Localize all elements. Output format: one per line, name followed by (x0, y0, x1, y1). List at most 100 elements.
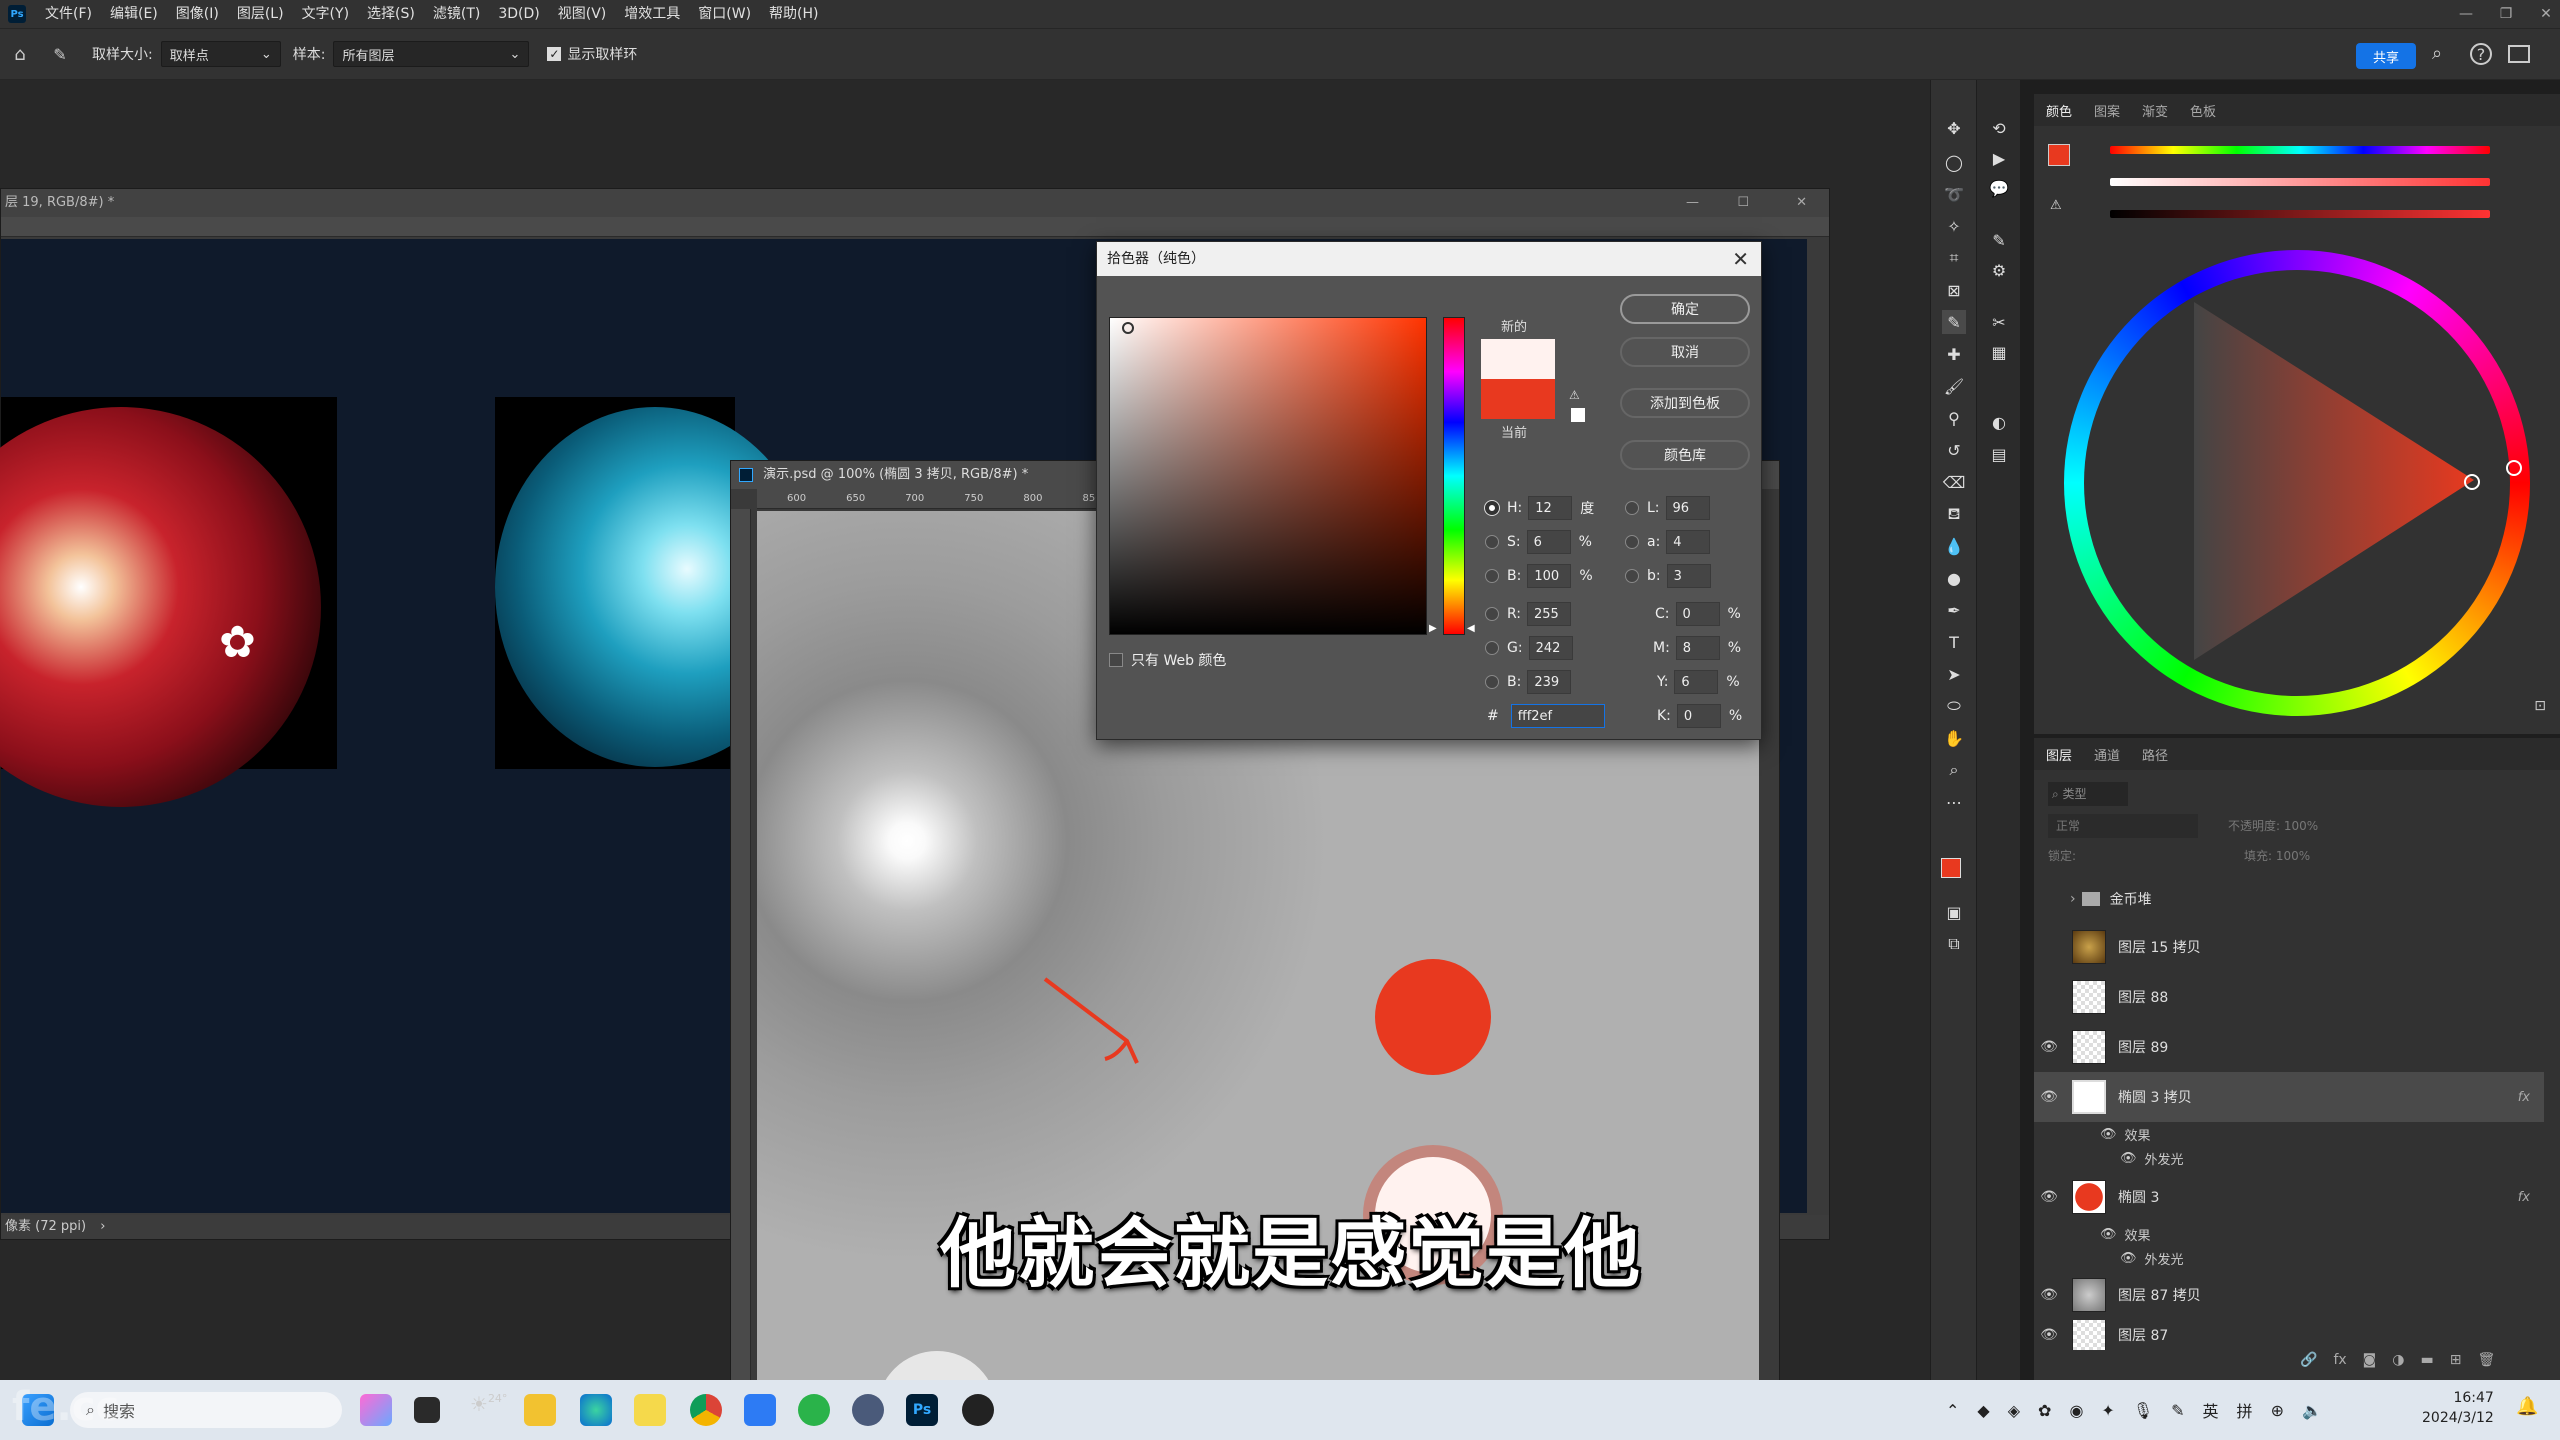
tray-app-icon[interactable]: ◈ (2008, 1401, 2020, 1420)
outer-glow-row[interactable]: 👁 外发光 (2120, 1246, 2184, 1270)
tab-patterns[interactable]: 图案 (2094, 101, 2120, 120)
add-to-swatches-button[interactable]: 添加到色板 (1620, 388, 1750, 418)
eye-icon[interactable]: 👁 (2034, 1039, 2064, 1055)
red-input[interactable]: 255 (1527, 602, 1572, 626)
quick-mask-icon[interactable]: ▣ (1942, 900, 1966, 924)
healing-brush-tool-icon[interactable]: ✚ (1942, 342, 1966, 366)
opacity-control[interactable]: 不透明度: 100% (2228, 814, 2318, 838)
notification-bell-icon[interactable]: 🔔 (2516, 1396, 2538, 1417)
brightness-slider[interactable] (2110, 210, 2490, 218)
layer-row[interactable]: 👁 图层 87 拷贝 (2034, 1270, 2544, 1320)
close-icon[interactable]: ✕ (1732, 242, 1749, 276)
tray-app-icon[interactable]: ✦ (2101, 1401, 2114, 1420)
microphone-icon[interactable]: 🎙 (2133, 1401, 2153, 1420)
ime-language[interactable]: 英 (2203, 1398, 2219, 1422)
ok-button[interactable]: 确定 (1620, 294, 1750, 324)
hue-slider-right-arrow-icon[interactable]: ◀ (1467, 623, 1475, 634)
eye-icon[interactable]: 👁 (2034, 1189, 2064, 1205)
eyedropper-tool-icon[interactable]: ✎ (1942, 310, 1966, 334)
web-colors-only-checkbox[interactable]: 只有 Web 颜色 (1109, 650, 1226, 670)
magic-wand-tool-icon[interactable]: ✧ (1942, 214, 1966, 238)
layer-row[interactable]: 👁 椭圆 3 fx (2034, 1172, 2544, 1222)
layer-row[interactable]: 👁 图层 89 (2034, 1022, 2544, 1072)
clone-stamp-tool-icon[interactable]: ⚲ (1942, 406, 1966, 430)
menu-layer[interactable]: 图层(L) (228, 0, 293, 28)
chevron-right-icon[interactable]: › (100, 1219, 105, 1234)
foreground-color-swatch[interactable] (1941, 858, 1961, 878)
tray-app-icon[interactable]: ◉ (2069, 1401, 2083, 1420)
minimize-icon[interactable]: — (1686, 189, 1699, 217)
layer-row[interactable]: 图层 88 (2034, 972, 2544, 1022)
adjustments-panel-icon[interactable]: ⚙ (1987, 258, 2011, 282)
background-document-tab[interactable]: 层 19, RGB/8#) * ✕ ☐ — (1, 189, 1829, 217)
layer-effects-icon[interactable]: fx (2518, 1190, 2530, 1205)
lasso-tool-icon[interactable]: ➰ (1942, 182, 1966, 206)
layer-filter-input[interactable]: ⌕ 类型 (2048, 782, 2128, 806)
gamut-warning-icon[interactable]: ⚠ (1569, 388, 1580, 402)
tab-channels[interactable]: 通道 (2094, 745, 2120, 764)
yellow-input[interactable]: 6 (1674, 670, 1719, 694)
radio-icon[interactable] (1625, 569, 1639, 583)
sample-select[interactable]: 所有图层 ⌄ (333, 41, 530, 67)
move-tool-icon[interactable]: ✥ (1942, 116, 1966, 140)
fill-control[interactable]: 填充: 100% (2244, 844, 2310, 868)
radio-icon[interactable] (1485, 641, 1499, 655)
eye-icon[interactable]: 👁 (2034, 1327, 2064, 1343)
layer-row-selected[interactable]: 👁 椭圆 3 拷贝 fx (2034, 1072, 2544, 1122)
menu-select[interactable]: 选择(S) (358, 0, 424, 28)
hex-input[interactable]: fff2ef (1510, 704, 1605, 728)
file-explorer-icon[interactable] (524, 1394, 556, 1426)
volume-icon[interactable]: 🔈 (2302, 1401, 2322, 1420)
share-button[interactable]: 共享 (2356, 43, 2416, 69)
clock[interactable]: 16:47 2024/3/12 (2422, 1388, 2494, 1428)
zoom-tool-icon[interactable]: ⌕ (1942, 758, 1966, 782)
layer-row[interactable]: 👁 图层 87 (2034, 1320, 2544, 1350)
hue-slider[interactable] (2110, 146, 2490, 154)
tab-layers[interactable]: 图层 (2046, 745, 2072, 764)
brush-settings-icon[interactable]: ✎ (1987, 228, 2011, 252)
menu-help[interactable]: 帮助(H) (760, 0, 827, 28)
path-selection-tool-icon[interactable]: ➤ (1942, 662, 1966, 686)
layer-row[interactable]: 图层 15 拷贝 (2034, 922, 2544, 972)
menu-type[interactable]: 文字(Y) (293, 0, 358, 28)
layer-effects-icon[interactable]: fx (2518, 1090, 2530, 1105)
tab-paths[interactable]: 路径 (2142, 745, 2168, 764)
vertical-ruler[interactable] (731, 509, 751, 1440)
hue-slider[interactable] (1443, 317, 1465, 635)
blue-input[interactable]: 239 (1527, 670, 1572, 694)
saturation-slider[interactable] (2110, 178, 2490, 186)
effects-row[interactable]: 👁 效果 (2100, 1222, 2151, 1246)
effects-row[interactable]: 👁 效果 (2100, 1122, 2151, 1146)
maximize-icon[interactable]: ☐ (1737, 189, 1749, 217)
eye-icon[interactable]: 👁 (2100, 1127, 2117, 1142)
chrome-icon[interactable] (690, 1394, 722, 1426)
weather-icon[interactable]: ☀24° (470, 1392, 507, 1416)
close-icon[interactable]: ✕ (1796, 189, 1807, 217)
brush-tool-icon[interactable]: 🖌 (1942, 374, 1966, 398)
eye-icon[interactable]: 👁 (2100, 1227, 2117, 1242)
menu-file[interactable]: 文件(F) (36, 0, 101, 28)
tray-app-icon[interactable]: ◆ (1977, 1401, 1989, 1420)
saturation-brightness-field[interactable] (1109, 317, 1427, 635)
hand-tool-icon[interactable]: ✋ (1942, 726, 1966, 750)
eye-icon[interactable]: 👁 (2034, 1287, 2064, 1303)
ellipse-tool-icon[interactable]: ⬭ (1942, 694, 1966, 718)
maximize-icon[interactable]: ❐ (2486, 0, 2526, 28)
sample-size-select[interactable]: 取样点 ⌄ (160, 41, 281, 67)
tab-swatches[interactable]: 色板 (2190, 101, 2216, 120)
tab-gradients[interactable]: 渐变 (2142, 101, 2168, 120)
color-wheel[interactable] (2064, 250, 2530, 716)
radio-icon[interactable] (1625, 501, 1639, 515)
tab-color[interactable]: 颜色 (2046, 101, 2072, 120)
cyan-input[interactable]: 0 (1675, 602, 1720, 626)
edge-browser-icon[interactable] (580, 1394, 612, 1426)
obs-icon[interactable] (962, 1394, 994, 1426)
tray-app-icon[interactable]: ✿ (2038, 1401, 2051, 1420)
green-input[interactable]: 242 (1528, 636, 1573, 660)
new-layer-icon[interactable]: ⊞ (2450, 1352, 2462, 1368)
screen-mode-icon[interactable]: ⧉ (1942, 932, 1966, 956)
more-tools-icon[interactable]: ⋯ (1942, 790, 1966, 814)
task-view-icon[interactable] (414, 1397, 440, 1423)
menu-image[interactable]: 图像(I) (167, 0, 228, 28)
type-tool-icon[interactable]: T (1942, 630, 1966, 654)
